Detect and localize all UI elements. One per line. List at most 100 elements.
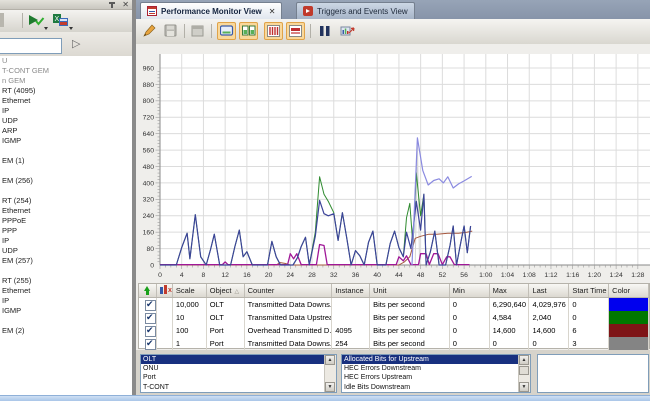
scrollbar[interactable]: ▲▼ — [518, 355, 530, 392]
counter-checkbox[interactable] — [139, 324, 157, 337]
close-icon[interactable]: ✕ — [122, 0, 129, 9]
counter-row[interactable]: 10OLTTransmitted Data UpstreamBits per s… — [139, 311, 649, 324]
counter-checkbox[interactable] — [139, 298, 157, 311]
cell-min: 0 — [450, 311, 490, 324]
list-item[interactable]: Allocated Bits for Upstream — [342, 355, 521, 364]
list-item[interactable]: T-CONT — [141, 383, 327, 392]
column-header-max[interactable]: Max — [490, 284, 530, 297]
clipped-icon — [0, 13, 4, 27]
tree-item[interactable] — [0, 266, 131, 276]
svg-text:240: 240 — [143, 213, 155, 220]
tree-item[interactable]: IGMP — [0, 136, 131, 146]
cell-start: 0 — [569, 298, 609, 311]
svg-text:1:12: 1:12 — [544, 272, 557, 279]
enable-all-icon[interactable] — [139, 284, 157, 297]
cell-max: 4,584 — [490, 311, 530, 324]
list-item[interactable]: ONU — [141, 364, 327, 373]
tree-item[interactable]: IP — [0, 106, 131, 116]
tree-item[interactable]: EM (2) — [0, 326, 131, 336]
split-chart-view-button[interactable] — [239, 22, 258, 40]
tree-item[interactable]: T-CONT GEM — [0, 66, 131, 76]
column-header-unit[interactable]: Unit — [370, 284, 450, 297]
apply-filter-button[interactable]: ▷ — [66, 36, 84, 52]
scroll-down-icon[interactable]: ▼ — [519, 382, 529, 392]
scroll-down-icon[interactable]: ▼ — [325, 382, 335, 392]
tree-item[interactable]: ARP — [0, 126, 131, 136]
tree-item[interactable]: IP — [0, 236, 131, 246]
export-data-icon[interactable]: X — [52, 12, 74, 29]
tree-item[interactable]: RT (4095) — [0, 86, 131, 96]
scroll-thumb[interactable] — [519, 366, 529, 375]
line-chart-view-button[interactable] — [217, 22, 236, 40]
counter-row[interactable]: 1PortTransmitted Data Downs...254Bits pe… — [139, 337, 649, 350]
svg-text:1:24: 1:24 — [610, 272, 623, 279]
scroll-up-icon[interactable]: ▲ — [519, 355, 529, 365]
cell-object: OLT — [207, 298, 245, 311]
edit-button[interactable] — [141, 22, 160, 40]
tree-item[interactable]: EM (1) — [0, 156, 131, 166]
tree-item[interactable] — [0, 186, 131, 196]
column-header-scale[interactable]: Scale — [173, 284, 207, 297]
run-monitor-icon[interactable] — [27, 12, 49, 29]
pause-button[interactable] — [316, 22, 335, 40]
column-header-min[interactable]: Min — [450, 284, 490, 297]
tree-item[interactable]: UDP — [0, 116, 131, 126]
tree-item[interactable]: U — [0, 56, 131, 66]
tree-item[interactable]: Ethernet — [0, 286, 131, 296]
column-header-object[interactable]: Object△ — [207, 284, 245, 297]
object-listbox: OLTONUPortT-CONT▲▼ — [140, 354, 337, 393]
tab-performance-monitor[interactable]: Performance Monitor View✕ — [140, 2, 282, 19]
histogram-view-button[interactable] — [264, 22, 283, 40]
tab-close-icon[interactable]: ✕ — [269, 7, 276, 16]
row-icon-cell — [157, 311, 173, 324]
column-header-instance[interactable]: Instance — [332, 284, 370, 297]
tree-item[interactable]: EM (257) — [0, 256, 131, 266]
cell-min: 0 — [450, 324, 490, 337]
tree-item[interactable]: IP — [0, 296, 131, 306]
list-item[interactable]: HEC Errors Upstream — [342, 373, 521, 382]
tree-item[interactable]: n GEM — [0, 76, 131, 86]
cell-max: 0 — [490, 337, 530, 350]
svg-text:52: 52 — [439, 272, 447, 279]
tree-item[interactable] — [0, 146, 131, 156]
column-header-start[interactable]: Start Time — [569, 284, 609, 297]
tree-item[interactable]: PPPoE — [0, 216, 131, 226]
tree-item[interactable]: Ethernet — [0, 206, 131, 216]
report-view-button[interactable] — [286, 22, 305, 40]
tree-item[interactable] — [0, 166, 131, 176]
scrollbar[interactable]: ▲▼ — [324, 355, 336, 392]
column-header-color[interactable]: Color — [609, 284, 649, 297]
counter-row[interactable]: 100PortOverhead Transmitted D...4095Bits… — [139, 324, 649, 337]
svg-text:720: 720 — [143, 115, 155, 122]
tree-item[interactable] — [0, 316, 131, 326]
column-header-last[interactable]: Last — [529, 284, 569, 297]
tree-item[interactable]: Ethernet — [0, 96, 131, 106]
tree-item[interactable]: EM (256) — [0, 176, 131, 186]
svg-text:20: 20 — [265, 272, 273, 279]
tree-item[interactable]: RT (254) — [0, 196, 131, 206]
export-chart-button[interactable] — [338, 22, 357, 40]
svg-text:640: 640 — [143, 131, 155, 138]
tab-triggers-events[interactable]: Triggers and Events View — [296, 2, 415, 19]
counter-row[interactable]: 10,000OLTTransmitted Data Downs...Bits p… — [139, 298, 649, 311]
tree-item[interactable]: UDP — [0, 246, 131, 256]
pin-icon[interactable] — [108, 1, 116, 8]
svg-text:480: 480 — [143, 164, 155, 171]
tree-item[interactable]: RT (255) — [0, 276, 131, 286]
list-item[interactable]: OLT — [141, 355, 327, 364]
counter-checkbox[interactable] — [139, 311, 157, 324]
scroll-up-icon[interactable]: ▲ — [325, 355, 335, 365]
list-item[interactable]: HEC Errors Downstream — [342, 364, 521, 373]
tree-item[interactable]: PPP — [0, 226, 131, 236]
column-header-counter[interactable]: Counter — [245, 284, 333, 297]
list-item[interactable]: Port — [141, 373, 327, 382]
filter-input[interactable] — [0, 38, 62, 54]
new-view-button[interactable] — [189, 22, 208, 40]
counter-sort-icon[interactable]: x — [157, 284, 173, 297]
instance-listbox[interactable] — [537, 354, 649, 393]
list-item[interactable]: Idle Bits Downstream — [342, 383, 521, 392]
cell-counter: Transmitted Data Downs... — [245, 298, 333, 311]
counter-checkbox[interactable] — [139, 337, 157, 350]
tree-item[interactable]: IGMP — [0, 306, 131, 316]
save-button[interactable] — [162, 22, 181, 40]
